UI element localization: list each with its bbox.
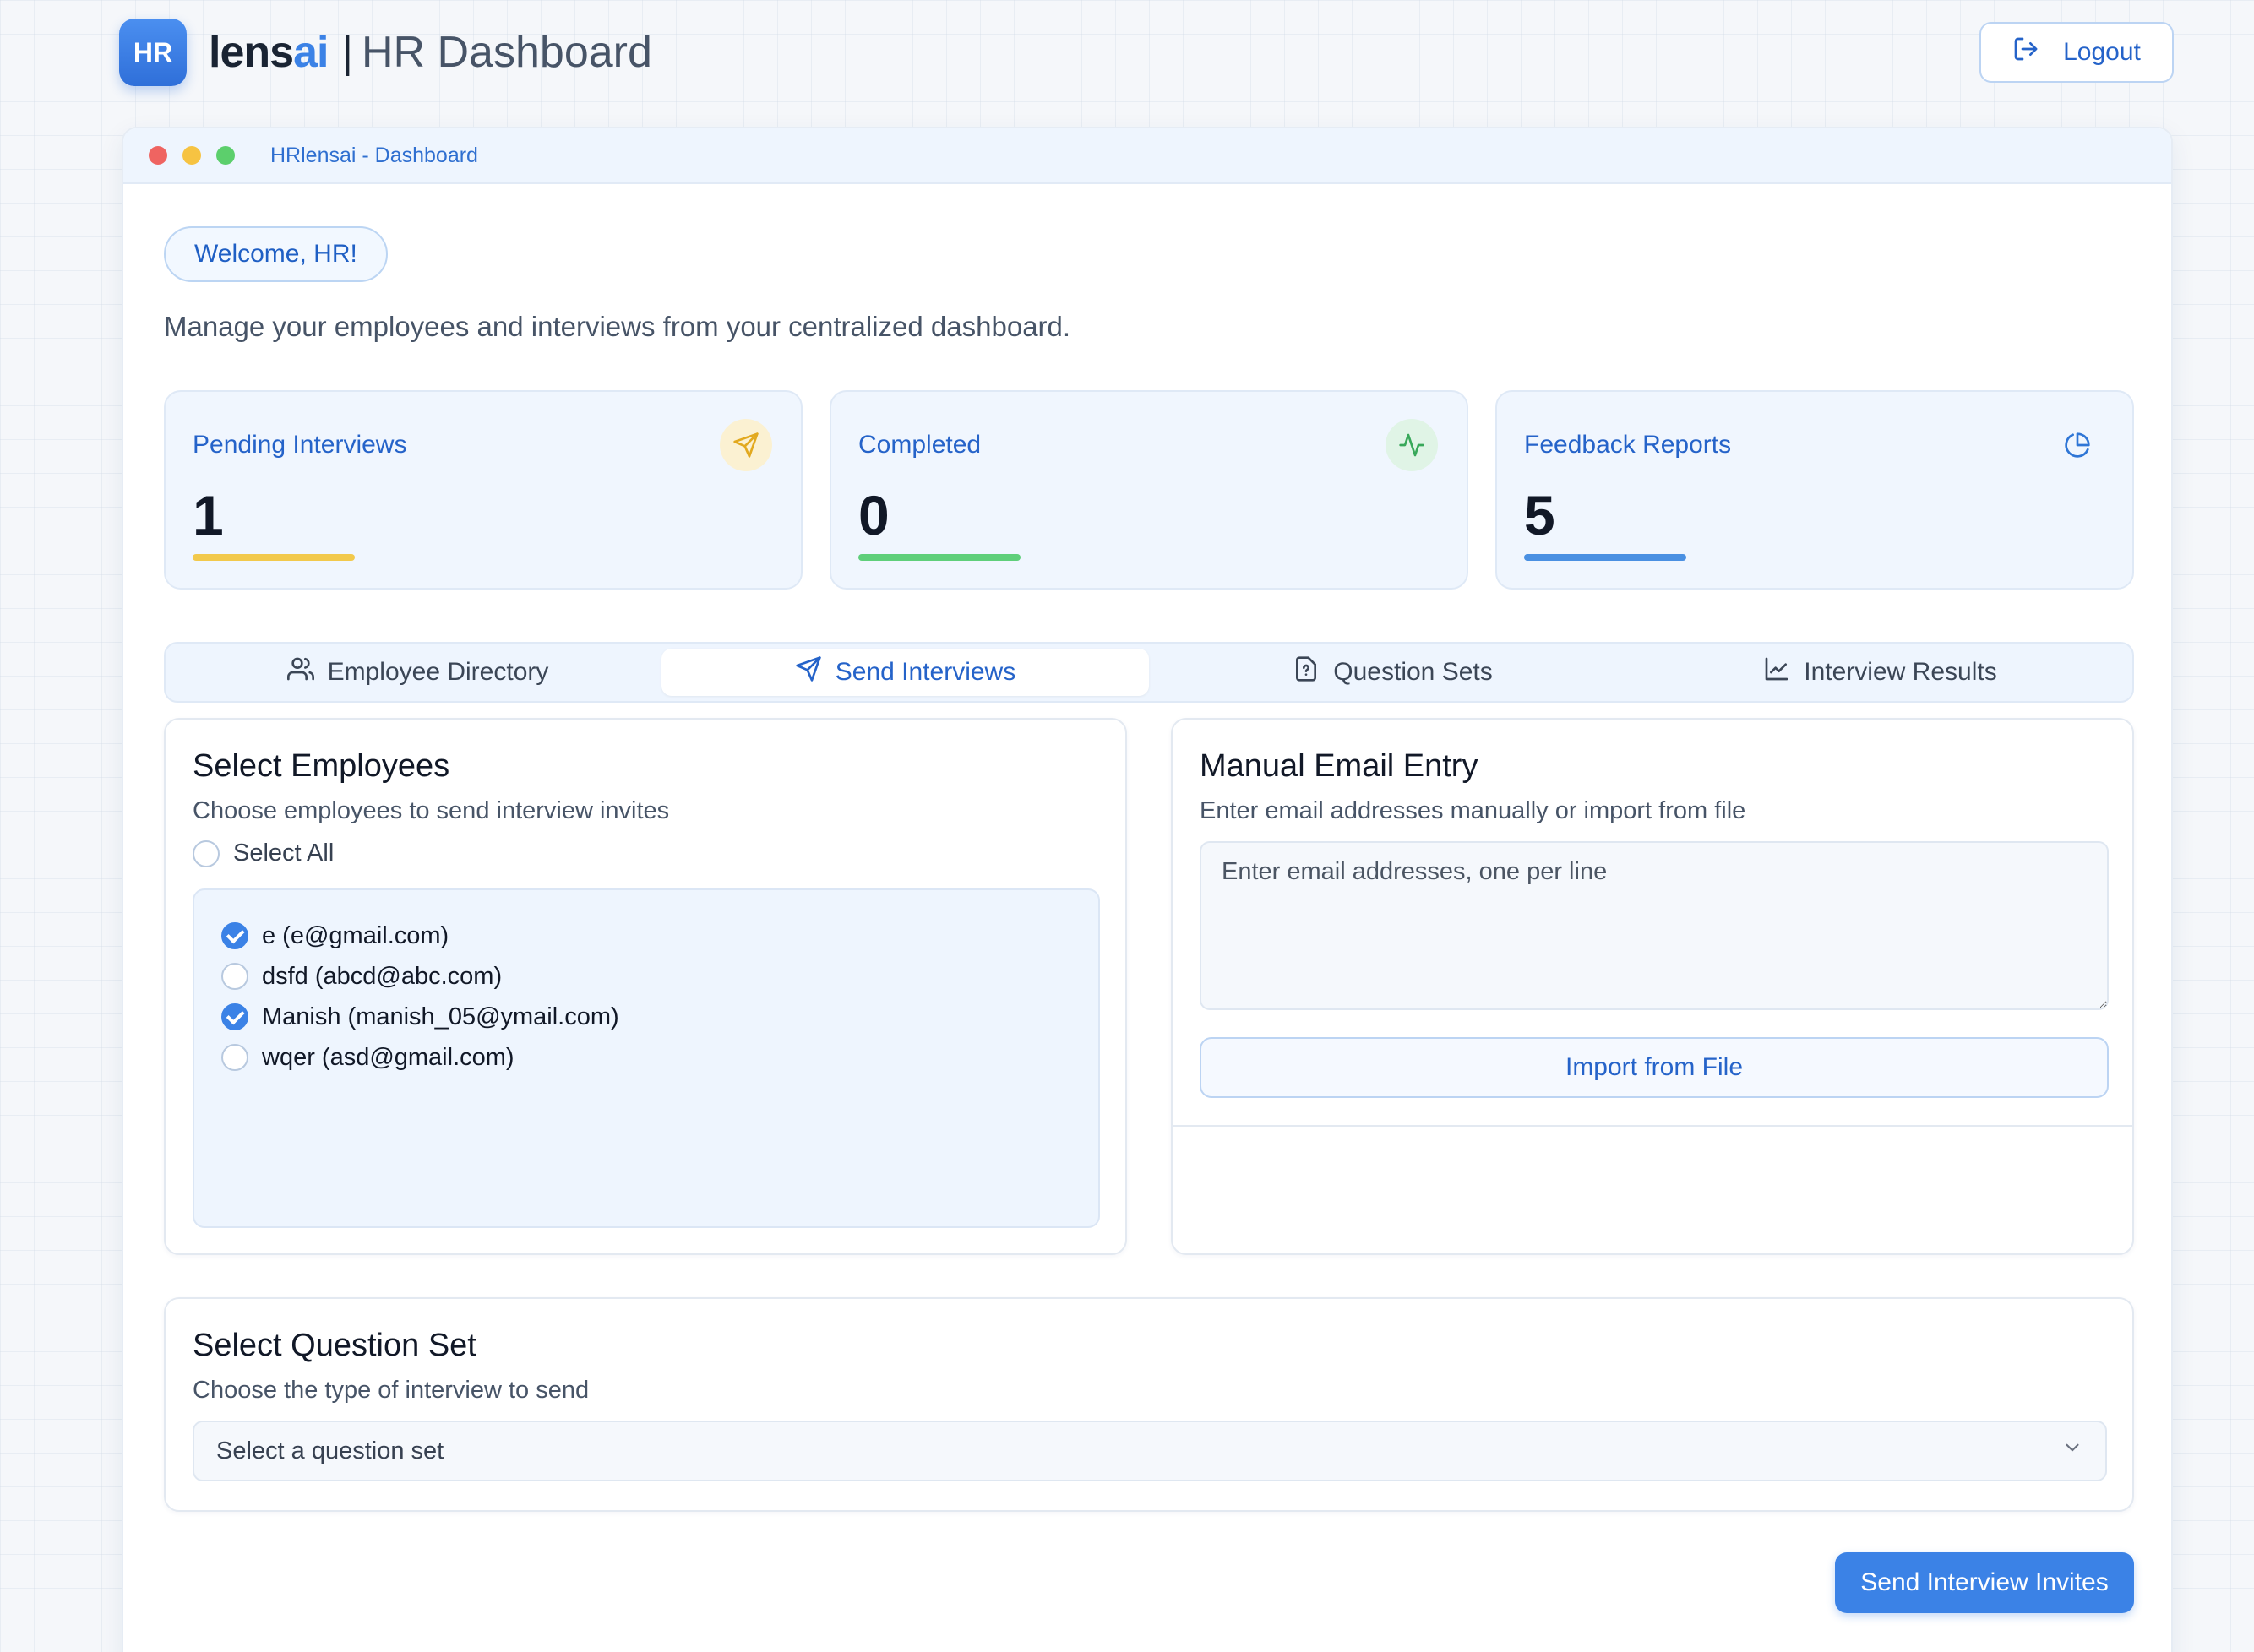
select-placeholder: Select a question set <box>216 1437 444 1465</box>
import-from-file-button[interactable]: Import from File <box>1200 1037 2109 1098</box>
employee-checkbox[interactable] <box>221 922 248 949</box>
employee-label: wqer (asd@gmail.com) <box>262 1043 514 1071</box>
employee-label: Manish (manish_05@ymail.com) <box>262 1003 619 1030</box>
logout-label: Logout <box>2063 38 2141 66</box>
stat-bar <box>858 554 1021 561</box>
stat-value: 5 <box>1524 484 1555 546</box>
manual-email-panel: Manual Email Entry Enter email addresses… <box>1171 718 2134 1255</box>
tab-label: Question Sets <box>1333 658 1493 686</box>
hr-logo: HR <box>119 19 187 86</box>
employee-list: e (e@gmail.com) dsfd (abcd@abc.com) Mani… <box>193 888 1100 1228</box>
stat-bar <box>1524 554 1686 561</box>
brand-separator: | <box>341 28 353 77</box>
list-item[interactable]: dsfd (abcd@abc.com) <box>194 956 1098 997</box>
stat-card-completed: Completed 0 <box>830 390 1468 590</box>
activity-icon <box>1386 419 1438 471</box>
intro-text: Manage your employees and interviews fro… <box>164 311 1071 342</box>
brand: HR lensai | HR Dashboard <box>119 19 652 86</box>
stat-label: Feedback Reports <box>1524 431 1732 459</box>
tab-interview-results[interactable]: Interview Results <box>1636 649 2124 696</box>
stat-label: Pending Interviews <box>193 431 407 459</box>
stat-value: 1 <box>193 484 224 546</box>
line-chart-icon <box>1763 655 1790 689</box>
window-minimize-dot <box>182 146 201 165</box>
send-icon <box>795 655 822 689</box>
brand-name: lensai <box>209 27 329 78</box>
window-close-dot <box>149 146 167 165</box>
select-employees-panel: Select Employees Choose employees to sen… <box>164 718 1127 1255</box>
pie-chart-icon <box>2051 419 2104 471</box>
window-title-bar: HRlensai - Dashboard <box>123 128 2171 184</box>
logout-icon <box>2012 35 2039 69</box>
logout-button[interactable]: Logout <box>1979 22 2174 83</box>
employee-label: e (e@gmail.com) <box>262 921 449 949</box>
panel-subtitle: Choose the type of interview to send <box>193 1377 590 1404</box>
send-interview-invites-button[interactable]: Send Interview Invites <box>1835 1552 2134 1613</box>
tab-employee-directory[interactable]: Employee Directory <box>174 649 662 696</box>
employee-checkbox[interactable] <box>221 1003 248 1030</box>
tab-bar: Employee Directory Send Interviews Quest… <box>164 642 2134 703</box>
page-title: HR Dashboard <box>361 28 652 77</box>
send-icon <box>720 419 772 471</box>
list-item[interactable]: Manish (manish_05@ymail.com) <box>194 997 1098 1037</box>
employee-checkbox[interactable] <box>221 1044 248 1071</box>
panel-subtitle: Choose employees to send interview invit… <box>193 797 670 824</box>
tab-question-sets[interactable]: Question Sets <box>1149 649 1636 696</box>
panel-title: Select Question Set <box>193 1328 476 1363</box>
select-all-label: Select All <box>233 840 335 867</box>
tab-label: Send Interviews <box>835 658 1016 686</box>
tab-send-interviews[interactable]: Send Interviews <box>662 649 1149 696</box>
panel-subtitle: Enter email addresses manually or import… <box>1200 797 1746 824</box>
stat-bar <box>193 554 355 561</box>
list-item[interactable]: e (e@gmail.com) <box>194 916 1098 956</box>
tab-label: Interview Results <box>1804 658 1997 686</box>
users-icon <box>286 655 314 689</box>
welcome-badge: Welcome, HR! <box>164 226 388 282</box>
panel-title: Manual Email Entry <box>1200 748 1478 784</box>
chevron-down-icon <box>2061 1437 2083 1465</box>
brand-prefix: lens <box>209 28 294 77</box>
select-all-checkbox[interactable]: Select All <box>193 840 334 867</box>
question-set-panel: Select Question Set Choose the type of i… <box>164 1297 2134 1512</box>
file-question-icon <box>1293 655 1320 689</box>
window-title: HRlensai - Dashboard <box>270 143 478 167</box>
email-textarea[interactable] <box>1200 841 2109 1010</box>
list-item[interactable]: wqer (asd@gmail.com) <box>194 1037 1098 1078</box>
panel-title: Select Employees <box>193 748 450 784</box>
stat-card-pending: Pending Interviews 1 <box>164 390 803 590</box>
top-bar: HR lensai | HR Dashboard Logout <box>119 19 2174 86</box>
select-all-radio[interactable] <box>193 840 220 867</box>
brand-suffix: ai <box>293 28 329 77</box>
employee-label: dsfd (abcd@abc.com) <box>262 962 503 990</box>
employee-checkbox[interactable] <box>221 963 248 990</box>
tab-label: Employee Directory <box>327 658 549 686</box>
divider <box>1173 1125 2132 1127</box>
window-maximize-dot <box>216 146 235 165</box>
dashboard-window: HRlensai - Dashboard Welcome, HR! Manage… <box>122 127 2173 1652</box>
question-set-select[interactable]: Select a question set <box>193 1421 2107 1481</box>
stat-value: 0 <box>858 484 890 546</box>
stat-card-feedback: Feedback Reports 5 <box>1495 390 2134 590</box>
stat-label: Completed <box>858 431 982 459</box>
